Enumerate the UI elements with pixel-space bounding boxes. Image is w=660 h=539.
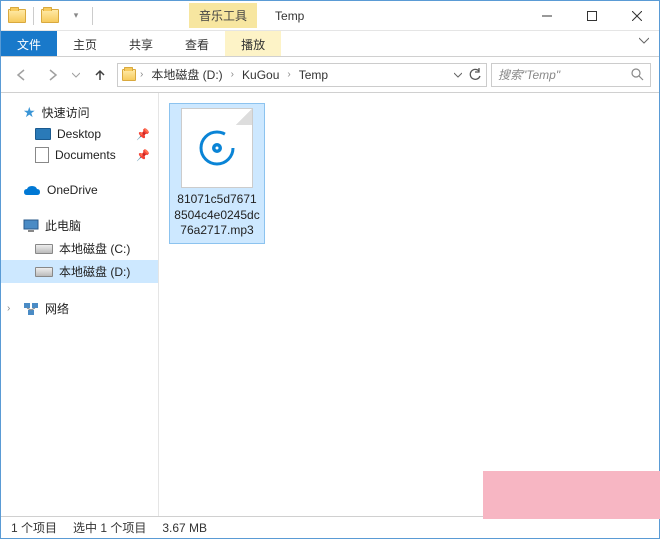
refresh-icon[interactable] xyxy=(468,68,482,82)
quick-access-toolbar: ▾ xyxy=(1,5,99,27)
onedrive-icon xyxy=(23,184,41,196)
document-icon xyxy=(35,147,49,163)
address-bar[interactable]: › 本地磁盘 (D:) › KuGou › Temp xyxy=(117,63,487,87)
desktop-icon xyxy=(35,128,51,140)
nav-recent[interactable] xyxy=(69,62,83,88)
ribbon-tabs: 文件 主页 共享 查看 播放 xyxy=(1,31,659,57)
ribbon-expand[interactable] xyxy=(629,31,659,56)
folder-icon xyxy=(122,69,136,81)
drive-icon xyxy=(35,244,53,254)
sidebar-label: 网络 xyxy=(45,300,69,317)
pin-icon: 📌 xyxy=(136,149,150,162)
status-item-count: 1 个项目 xyxy=(11,519,57,536)
file-thumbnail xyxy=(181,108,253,188)
qat-folder-2[interactable] xyxy=(38,5,62,27)
maximize-button[interactable] xyxy=(569,2,614,30)
chevron-right-icon: › xyxy=(7,303,17,314)
pin-icon: 📌 xyxy=(136,128,150,141)
music-disc-icon xyxy=(197,128,237,168)
chevron-right-icon: › xyxy=(138,69,145,80)
maximize-icon xyxy=(587,11,597,21)
window-controls xyxy=(524,2,659,30)
chevron-right-icon: › xyxy=(285,69,292,80)
sidebar-documents[interactable]: Documents 📌 xyxy=(1,144,158,166)
close-icon xyxy=(632,11,642,21)
sidebar-label: 快速访问 xyxy=(42,104,90,121)
sidebar-onedrive[interactable]: OneDrive xyxy=(1,180,158,200)
sidebar-label: 此电脑 xyxy=(45,217,81,234)
separator xyxy=(92,7,93,25)
tab-file[interactable]: 文件 xyxy=(1,31,57,56)
network-icon xyxy=(23,302,39,316)
status-size: 3.67 MB xyxy=(162,521,207,535)
tab-view[interactable]: 查看 xyxy=(169,31,225,56)
breadcrumb-segment[interactable]: 本地磁盘 (D:) xyxy=(147,64,226,85)
status-bar: 1 个项目 选中 1 个项目 3.67 MB xyxy=(1,516,659,538)
contextual-tab-label: 音乐工具 xyxy=(189,3,257,28)
chevron-down-icon xyxy=(72,71,80,79)
nav-forward[interactable] xyxy=(39,62,65,88)
sidebar-network[interactable]: › 网络 xyxy=(1,297,158,320)
tab-home[interactable]: 主页 xyxy=(57,31,113,56)
tab-share[interactable]: 共享 xyxy=(113,31,169,56)
body-area: ★ 快速访问 Desktop 📌 Documents 📌 OneDrive xyxy=(1,93,659,516)
pc-icon xyxy=(23,219,39,233)
file-item[interactable]: 81071c5d76718504c4e0245dc76a2717.mp3 xyxy=(169,103,265,244)
address-controls xyxy=(454,68,482,82)
folder-icon xyxy=(41,9,59,23)
search-input[interactable]: 搜索"Temp" xyxy=(491,63,651,87)
star-icon: ★ xyxy=(23,104,36,121)
nav-up[interactable] xyxy=(87,62,113,88)
drive-icon xyxy=(35,267,53,277)
tab-play[interactable]: 播放 xyxy=(225,31,281,56)
title-bar: ▾ 音乐工具 Temp xyxy=(1,1,659,31)
sidebar-label: Documents xyxy=(55,148,116,162)
navigation-pane: ★ 快速访问 Desktop 📌 Documents 📌 OneDrive xyxy=(1,93,159,516)
minimize-button[interactable] xyxy=(524,2,569,30)
file-name: 81071c5d76718504c4e0245dc76a2717.mp3 xyxy=(174,192,260,239)
minimize-icon xyxy=(542,11,552,21)
sidebar-drive-d[interactable]: 本地磁盘 (D:) xyxy=(1,260,158,283)
nav-back[interactable] xyxy=(9,62,35,88)
qat-folder-1[interactable] xyxy=(5,5,29,27)
status-selected-count: 选中 1 个项目 xyxy=(73,519,146,536)
chevron-down-icon xyxy=(639,36,649,44)
overlay-box xyxy=(483,471,660,519)
chevron-down-icon[interactable] xyxy=(454,71,462,79)
sidebar-label: OneDrive xyxy=(47,183,98,197)
search-placeholder: 搜索"Temp" xyxy=(498,66,560,83)
navigation-bar: › 本地磁盘 (D:) › KuGou › Temp 搜索"Temp" xyxy=(1,57,659,93)
chevron-right-icon: › xyxy=(229,69,236,80)
sidebar-label: 本地磁盘 (C:) xyxy=(59,240,130,257)
close-button[interactable] xyxy=(614,2,659,30)
arrow-right-icon xyxy=(45,68,59,82)
breadcrumb-segment[interactable]: KuGou xyxy=(238,66,283,84)
sidebar-label: 本地磁盘 (D:) xyxy=(59,263,130,280)
arrow-up-icon xyxy=(93,68,107,82)
sidebar-this-pc[interactable]: 此电脑 xyxy=(1,214,158,237)
file-list[interactable]: 81071c5d76718504c4e0245dc76a2717.mp3 xyxy=(159,93,659,516)
search-icon xyxy=(631,68,644,81)
sidebar-label: Desktop xyxy=(57,127,101,141)
breadcrumb-segment[interactable]: Temp xyxy=(295,66,332,84)
sidebar-quick-access[interactable]: ★ 快速访问 xyxy=(1,101,158,124)
window-title: Temp xyxy=(275,9,304,23)
sidebar-drive-c[interactable]: 本地磁盘 (C:) xyxy=(1,237,158,260)
folder-icon xyxy=(8,9,26,23)
qat-dropdown[interactable]: ▾ xyxy=(64,5,88,27)
arrow-left-icon xyxy=(15,68,29,82)
sidebar-desktop[interactable]: Desktop 📌 xyxy=(1,124,158,144)
separator xyxy=(33,7,34,25)
